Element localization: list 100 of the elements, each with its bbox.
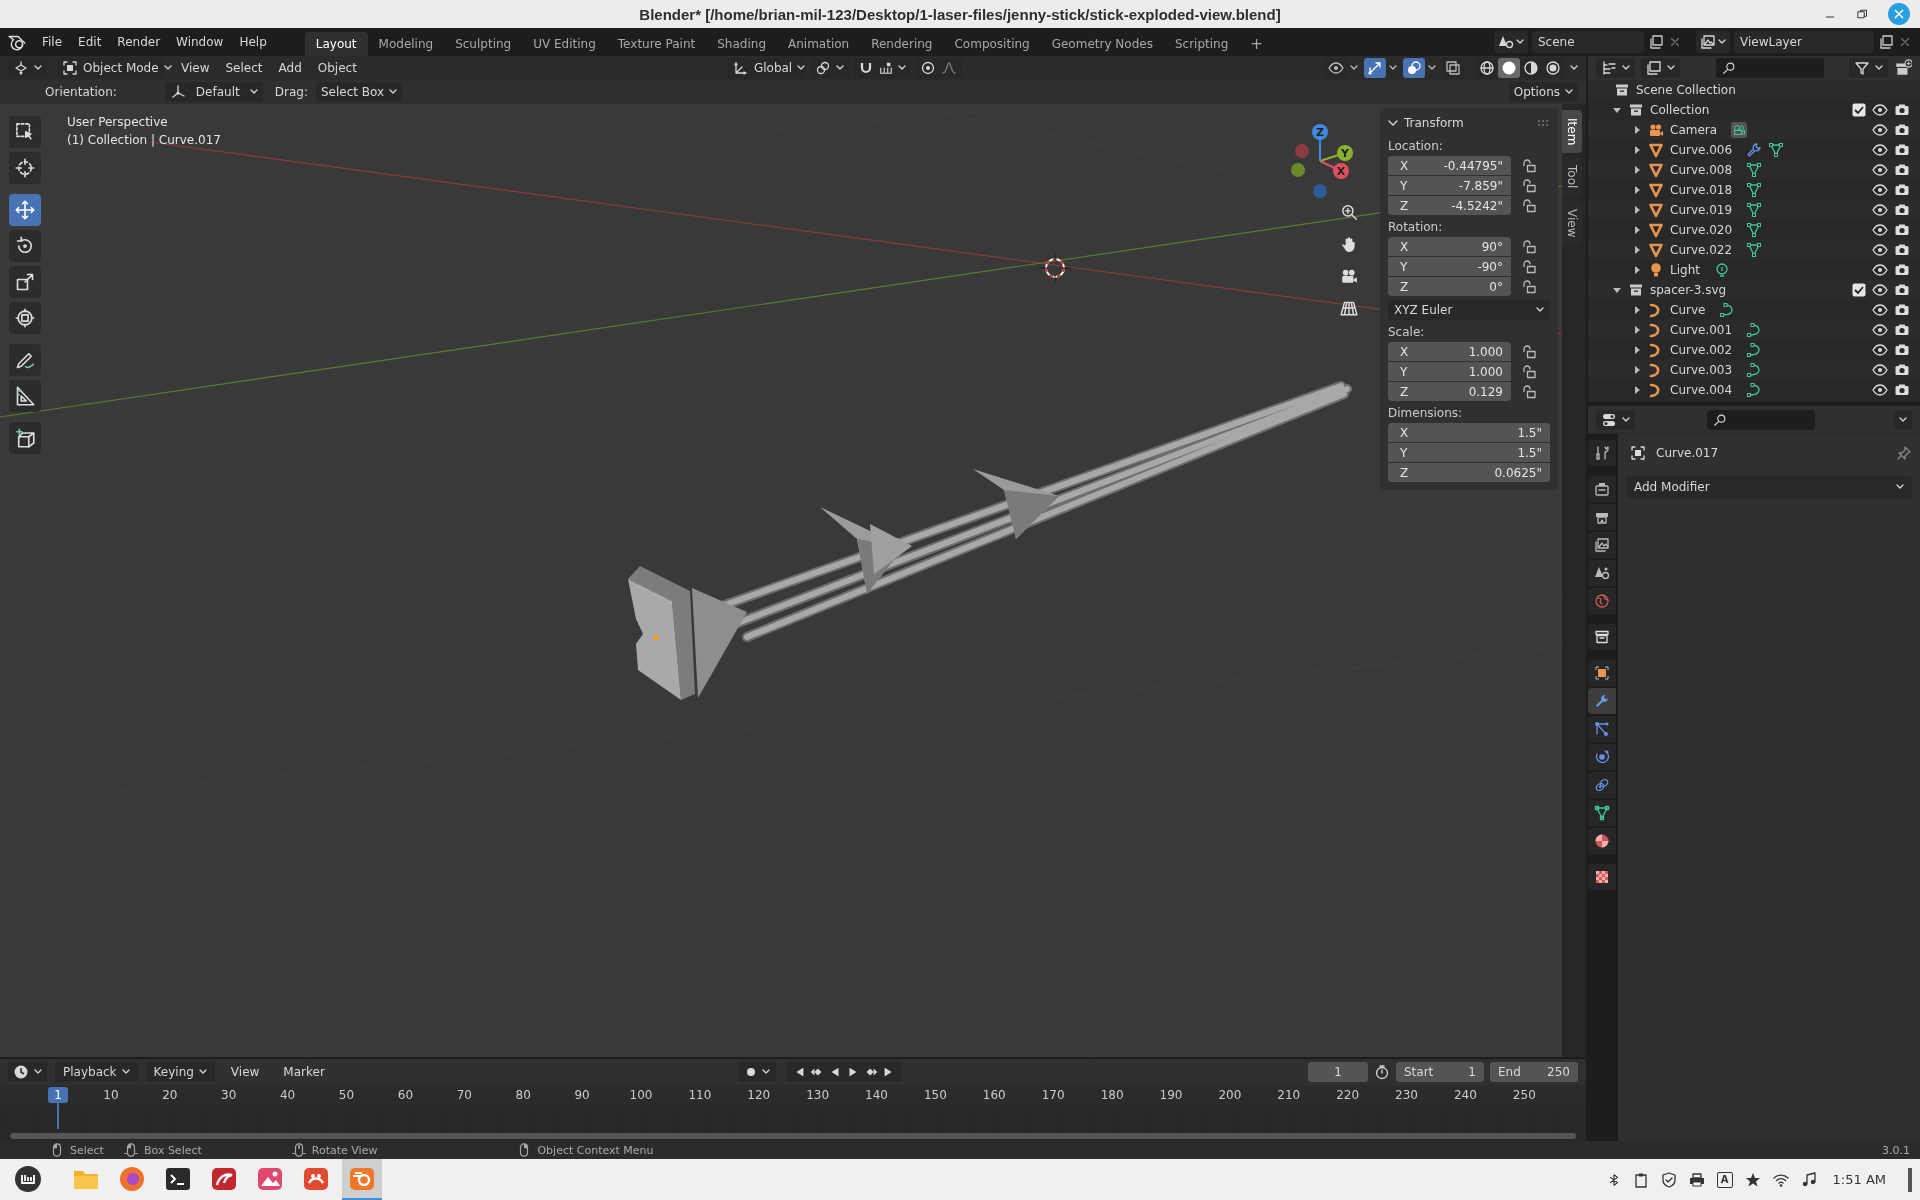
start-frame-field[interactable]: Start 1 xyxy=(1396,1062,1484,1082)
workspace-tab[interactable]: Shading xyxy=(706,32,777,56)
current-frame-field[interactable]: 1 xyxy=(1308,1062,1368,1082)
workspace-tab[interactable]: UV Editing xyxy=(522,32,607,56)
add-modifier-dropdown[interactable]: Add Modifier xyxy=(1626,476,1912,498)
outliner-row[interactable]: Curve.004 xyxy=(1588,380,1920,400)
outliner-row[interactable]: Curve xyxy=(1588,300,1920,320)
frame-number: 100 xyxy=(628,1088,654,1102)
hint-label: Rotate View xyxy=(311,1143,378,1157)
menu-item[interactable]: Keying xyxy=(145,1062,215,1082)
frame-number: 170 xyxy=(1040,1088,1066,1102)
number-field[interactable]: Z 0.0625" xyxy=(1388,463,1550,482)
frame-number: 30 xyxy=(220,1088,238,1102)
number-field[interactable]: Z 0.129 xyxy=(1388,382,1511,401)
menu-item[interactable]: Window xyxy=(168,32,232,52)
number-field[interactable]: Y -90° xyxy=(1388,257,1511,276)
frame-number: 180 xyxy=(1099,1088,1125,1102)
field-group-label: Scale: xyxy=(1388,324,1426,341)
sidebar-tab[interactable]: Tool xyxy=(1562,157,1582,197)
menu-item[interactable]: View xyxy=(173,58,218,78)
scene-name-field[interactable]: Scene xyxy=(1532,31,1644,53)
hint-label: Box Select xyxy=(143,1143,202,1157)
axis-handle[interactable]: Z xyxy=(1312,124,1328,162)
workspace-tab[interactable]: Texture Paint xyxy=(606,32,707,56)
workspace-tab[interactable]: Animation xyxy=(777,32,861,56)
clock[interactable]: 1:51 AM xyxy=(1832,1172,1886,1187)
field-group-label: Location: xyxy=(1388,138,1444,155)
frame-number: 210 xyxy=(1276,1088,1302,1102)
number-field[interactable]: X 90° xyxy=(1388,237,1511,256)
menu-item[interactable]: Help xyxy=(231,32,275,52)
orientation-label: Orientation: xyxy=(45,85,117,99)
viewport-title: User Perspective xyxy=(67,114,168,131)
frame-number: 10 xyxy=(102,1088,120,1102)
frame-number: 140 xyxy=(864,1088,889,1102)
frame-number: 80 xyxy=(514,1088,532,1102)
number-field[interactable]: Y 1.000 xyxy=(1388,362,1511,381)
frame-number: 250 xyxy=(1511,1088,1537,1102)
axis-handle[interactable]: Y xyxy=(1319,145,1353,162)
sidebar-tab[interactable]: View xyxy=(1562,200,1582,246)
frame-number: 240 xyxy=(1452,1088,1478,1102)
workspace-tab[interactable]: Rendering xyxy=(860,32,944,56)
version-label: 3.0.1 xyxy=(1882,1143,1910,1157)
frame-number: 50 xyxy=(337,1088,356,1102)
frame-number: 60 xyxy=(396,1088,415,1102)
menu-item[interactable]: Select xyxy=(217,58,271,78)
frame-number: 90 xyxy=(573,1088,591,1102)
workspace-tab[interactable]: Layout xyxy=(304,32,368,56)
frame-number: 20 xyxy=(161,1088,179,1102)
hint-label: Select xyxy=(70,1143,104,1157)
outliner-row[interactable]: Curve.018 xyxy=(1588,180,1920,200)
menu-item[interactable]: Edit xyxy=(70,32,110,52)
options-dropdown[interactable]: Options xyxy=(1508,82,1578,102)
workspace-tab[interactable]: Geometry Nodes xyxy=(1040,32,1164,56)
number-field[interactable]: Y -7.859" xyxy=(1388,176,1511,195)
workspace-tab[interactable]: Compositing xyxy=(943,32,1041,56)
workspace-tab[interactable]: Sculpting xyxy=(444,32,523,56)
frame-number: 40 xyxy=(278,1088,297,1102)
menu-item[interactable]: Object xyxy=(309,58,365,78)
view-layer-name-field[interactable]: ViewLayer xyxy=(1734,31,1874,53)
end-frame-field[interactable]: End 250 xyxy=(1490,1062,1578,1082)
selection-info: (1) Collection | Curve.017 xyxy=(67,132,221,149)
playhead[interactable]: 1 xyxy=(48,1087,68,1103)
menu-item[interactable]: View xyxy=(222,1062,268,1082)
menu-item[interactable]: Playback xyxy=(55,1062,138,1082)
outliner-row[interactable]: Collection xyxy=(1588,100,1920,120)
number-field[interactable]: Y 1.5" xyxy=(1388,443,1550,462)
menu-item[interactable]: Render xyxy=(109,32,169,52)
outliner-row[interactable]: Curve.020 xyxy=(1588,220,1920,240)
frame-number: 130 xyxy=(805,1088,831,1102)
workspace-tab[interactable]: Scripting xyxy=(1163,32,1240,56)
number-field[interactable]: X -0.44795" xyxy=(1388,156,1511,175)
field-group-label: Rotation: xyxy=(1388,219,1444,236)
frame-number: 230 xyxy=(1394,1088,1419,1102)
sidebar-tab[interactable]: Item xyxy=(1562,110,1582,154)
field-group-label: Dimensions: xyxy=(1388,405,1464,422)
orientation-dropdown[interactable]: Default xyxy=(164,82,263,102)
add-workspace-button[interactable]: + xyxy=(1239,32,1274,56)
frame-number: 120 xyxy=(746,1088,772,1102)
menu-item[interactable]: Add xyxy=(270,58,310,78)
menu-item[interactable]: Marker xyxy=(275,1062,333,1082)
axis-handle[interactable]: X xyxy=(1319,160,1349,179)
number-field[interactable]: X 1.000 xyxy=(1388,342,1511,361)
menu-item[interactable]: File xyxy=(34,32,71,52)
frame-number: 150 xyxy=(922,1088,948,1102)
frame-number: 110 xyxy=(687,1088,713,1102)
outliner-row[interactable]: Light xyxy=(1588,260,1920,280)
number-field[interactable]: X 1.5" xyxy=(1388,423,1550,442)
transform-orientation-dropdown[interactable]: Global xyxy=(727,58,806,78)
keyboard-layout-indicator[interactable]: A xyxy=(1716,1171,1733,1188)
object-name: Curve.017 xyxy=(1656,446,1719,460)
window-title: Blender* [/home/brian-mil-123/Desktop/1-laser-files/jenny-stick/stick-exploded-view.blend] xyxy=(639,5,1281,23)
rotation-mode-dropdown[interactable]: XYZ Euler xyxy=(1388,300,1550,320)
workspace-tab[interactable]: Modeling xyxy=(367,32,445,56)
drag-dropdown[interactable]: Select Box xyxy=(316,82,403,102)
frame-number: 160 xyxy=(981,1088,1007,1102)
outliner-row[interactable]: Curve.002 xyxy=(1588,340,1920,360)
number-field[interactable]: Z 0° xyxy=(1388,277,1511,296)
panel-title: Transform xyxy=(1404,116,1464,130)
number-field[interactable]: Z -4.5242" xyxy=(1388,196,1511,215)
outliner-row[interactable]: Curve.006 xyxy=(1588,140,1920,160)
